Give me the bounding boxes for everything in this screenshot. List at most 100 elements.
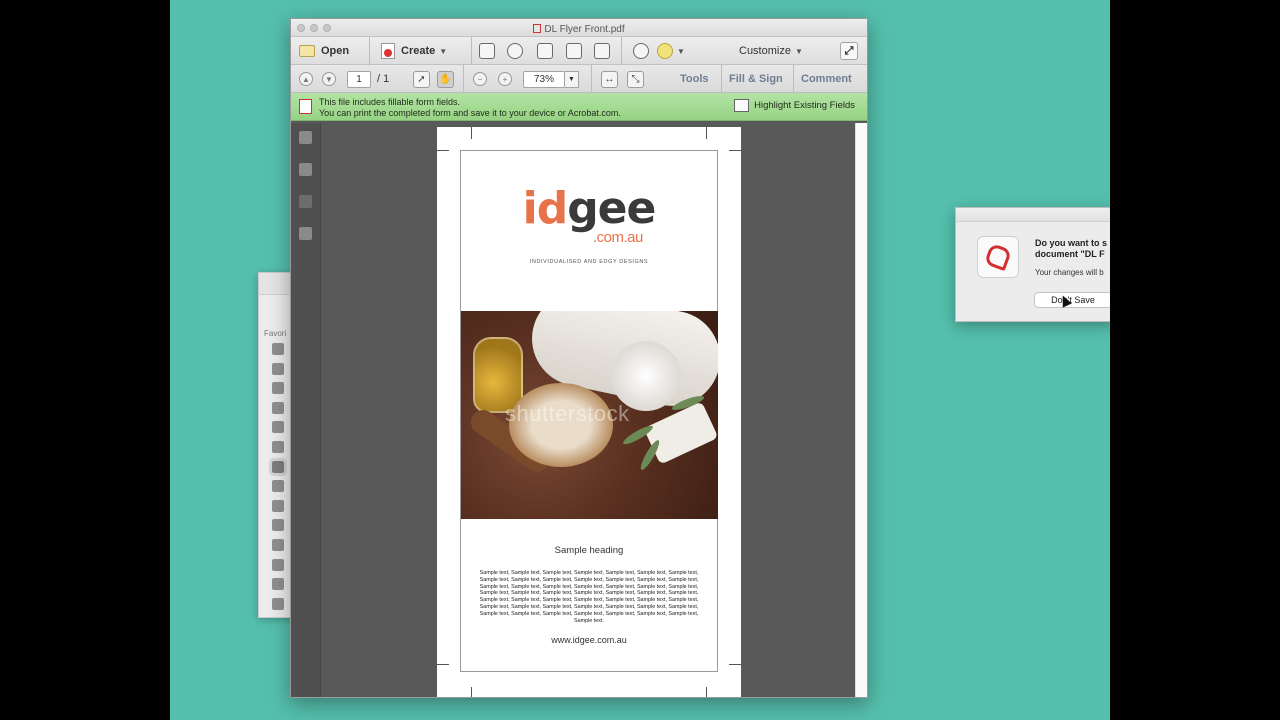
logo-domain: .com.au (593, 229, 643, 246)
email-button[interactable] (594, 37, 610, 65)
highlight-fields-icon (734, 99, 750, 112)
zoom-out-button[interactable]: − (473, 65, 487, 93)
open-button[interactable]: Open (299, 37, 349, 65)
dialog-question-line-1: Do you want to s (1035, 238, 1107, 248)
email-icon (594, 43, 610, 59)
customize-label: Customize (739, 45, 791, 57)
edit-icon (566, 43, 582, 59)
sidebar-icon[interactable] (272, 538, 284, 551)
zoom-in-button[interactable]: + (498, 65, 512, 93)
select-tool-button[interactable]: ➚ (413, 65, 430, 93)
comment-bubble-button[interactable]: ▼ (657, 37, 685, 65)
sidebar-icon[interactable] (272, 558, 284, 571)
folder-icon (299, 45, 315, 57)
dialog-question: Do you want to s document "DL F (1035, 238, 1107, 260)
idgee-logo: idgee .com.au INDIVIDUALISED AND EDGY DE… (461, 187, 717, 266)
form-document-icon (299, 99, 312, 114)
document-viewport[interactable]: idgee .com.au INDIVIDUALISED AND EDGY DE… (322, 123, 855, 697)
window-titlebar[interactable]: DL Flyer Front.pdf (291, 19, 867, 37)
dont-save-button[interactable]: Don't Save (1034, 292, 1110, 308)
acrobat-window: DL Flyer Front.pdf Open Create ▼ ▼ Custom… (290, 18, 868, 698)
soap-bar-shape (643, 401, 718, 465)
tab-comment[interactable]: Comment (801, 65, 852, 93)
tab-fill-sign[interactable]: Fill & Sign (729, 65, 783, 93)
navigation-toolbar: ▲ ▼ 1 / 1 ➚ ✋ − + 73% ▼ ↔ ⤡ Tools Fill & … (291, 65, 867, 93)
chevron-down-icon: ▼ (794, 46, 803, 56)
close-window-button[interactable] (297, 24, 305, 32)
window-title-text: DL Flyer Front.pdf (544, 24, 625, 35)
create-button[interactable]: Create ▼ (381, 37, 447, 65)
arrow-down-icon: ▼ (322, 72, 336, 86)
arrow-up-icon: ▲ (299, 72, 313, 86)
dialog-titlebar (956, 208, 1110, 222)
sidebar-icon[interactable] (272, 499, 284, 512)
flyer-body-text: Sample text, Sample text, Sample text, S… (479, 570, 699, 624)
flyer-heading: Sample heading (554, 545, 624, 556)
customize-button[interactable]: Customize ▼ (739, 37, 803, 65)
crop-mark (729, 664, 741, 665)
expand-icon: ⤢ (840, 42, 858, 60)
crop-mark (706, 127, 707, 139)
crop-mark (437, 664, 449, 665)
sidebar-icon[interactable] (269, 457, 287, 476)
comment-icon (657, 43, 673, 59)
hand-icon: ✋ (437, 70, 454, 88)
settings-button[interactable] (633, 37, 649, 65)
page-number-field[interactable]: 1 (347, 65, 371, 93)
print-icon (537, 43, 553, 59)
sidebar-icon[interactable] (272, 519, 284, 532)
form-notice-text: This file includes fillable form fields.… (319, 97, 621, 119)
toolbar-divider (471, 37, 472, 65)
cloud-button[interactable] (507, 37, 523, 65)
toolbar-divider (591, 65, 592, 93)
next-page-button[interactable]: ▼ (322, 65, 336, 93)
main-toolbar: Open Create ▼ ▼ Customize ▼ ⤢ (291, 37, 867, 65)
stock-watermark: shutterstock (505, 401, 630, 426)
full-screen-button[interactable]: ⤢ (840, 37, 858, 65)
finder-favorites-label: Favori (264, 329, 287, 338)
sidebar-icon[interactable] (272, 401, 284, 414)
sidebar-icon[interactable] (272, 421, 284, 434)
fit-width-button[interactable]: ↔ (601, 65, 618, 93)
sidebar-icon[interactable] (272, 597, 284, 610)
fit-width-icon: ↔ (601, 70, 618, 88)
form-fields-notice-bar: This file includes fillable form fields.… (291, 93, 867, 121)
logo-gee: gee (567, 183, 656, 234)
create-icon (381, 43, 395, 59)
logo-wordmark: idgee (461, 187, 717, 231)
save-button[interactable] (479, 37, 495, 65)
toolbar-divider (463, 65, 464, 93)
hand-tool-button[interactable]: ✋ (437, 65, 454, 93)
fit-page-icon: ⤡ (627, 70, 644, 88)
sidebar-icon[interactable] (272, 362, 284, 375)
zoom-input[interactable]: 73% (523, 70, 565, 88)
minimize-window-button[interactable] (310, 24, 318, 32)
navigation-pane-rail (291, 123, 321, 697)
zoom-window-button[interactable] (323, 24, 331, 32)
sidebar-icon[interactable] (272, 343, 284, 355)
flyer: idgee .com.au INDIVIDUALISED AND EDGY DE… (460, 150, 718, 672)
finder-sidebar (269, 343, 289, 617)
sidebar-icon[interactable] (272, 382, 284, 395)
page-thumbnails-icon[interactable] (299, 131, 312, 144)
sidebar-icon[interactable] (272, 440, 284, 453)
sidebar-icon[interactable] (272, 480, 284, 493)
page-number-input[interactable]: 1 (347, 70, 371, 88)
chevron-down-icon: ▼ (439, 46, 448, 56)
crop-mark (729, 150, 741, 151)
sidebar-icon[interactable] (272, 578, 284, 591)
signatures-icon[interactable] (299, 227, 312, 240)
bookmarks-icon[interactable] (299, 163, 312, 176)
fit-page-button[interactable]: ⤡ (627, 65, 644, 93)
print-button[interactable] (537, 37, 553, 65)
vertical-scrollbar[interactable] (855, 123, 867, 697)
edit-button[interactable] (566, 37, 582, 65)
previous-page-button[interactable]: ▲ (299, 65, 313, 93)
minus-icon: − (473, 72, 487, 86)
attachments-icon[interactable] (299, 195, 312, 208)
zoom-select[interactable]: 73% ▼ (523, 65, 579, 93)
form-notice-line-1: This file includes fillable form fields. (319, 97, 461, 107)
highlight-existing-fields-button[interactable]: Highlight Existing Fields (734, 99, 855, 112)
tab-tools[interactable]: Tools (680, 65, 709, 93)
chevron-down-icon[interactable]: ▼ (565, 70, 579, 88)
